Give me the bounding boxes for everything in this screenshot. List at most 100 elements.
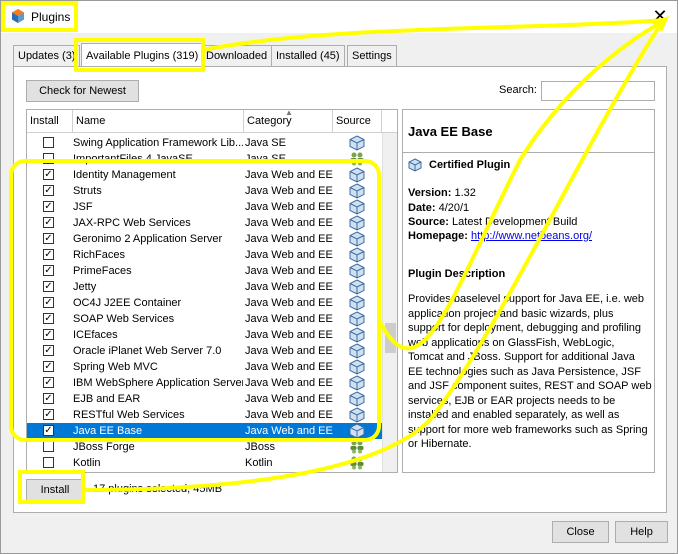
install-checkbox[interactable]: ✓ [43,345,54,356]
table-row[interactable]: ✓ ICEfaces Java Web and EE [27,327,382,343]
table-row[interactable]: ✓ OC4J J2EE Container Java Web and EE [27,295,382,311]
plugin-category: JBoss [245,441,275,453]
table-row[interactable]: ✓ JAX-RPC Web Services Java Web and EE [27,215,382,231]
install-checkbox[interactable]: ✓ [43,185,54,196]
plugin-category: Java Web and EE [245,265,333,277]
help-button[interactable]: Help [615,521,668,543]
install-checkbox[interactable]: ✓ [43,249,54,260]
version-line: Version: 1.32 [408,187,476,199]
community-icon [349,439,365,455]
plugins-window: Plugins ✕ Updates (3) Available Plugins … [0,0,678,554]
plugin-category: Java Web and EE [245,217,333,229]
homepage-line: Homepage: http://www.netbeans.org/ [408,230,592,242]
install-checkbox[interactable] [43,457,54,468]
install-button[interactable]: Install [26,479,84,501]
table-row[interactable]: ✓ RESTful Web Services Java Web and EE [27,407,382,423]
header-source[interactable]: Source [333,110,382,132]
table-row[interactable]: Swing Application Framework Lib... Java S… [27,135,382,151]
plugins-table: Install Name Category Source ▲ Swing App… [26,109,398,473]
tab-downloaded[interactable]: Downloaded [201,45,273,66]
cube-icon [349,215,365,231]
table-row[interactable]: ✓ JSF Java Web and EE [27,199,382,215]
plugin-name: Spring Web MVC [73,361,158,373]
certified-cube-icon [408,158,422,172]
plugin-name: JBoss Forge [73,441,135,453]
table-row[interactable]: ImportantFiles 4 JavaSE Java SE [27,151,382,167]
plugin-category: Java SE [245,153,286,165]
tab-installed[interactable]: Installed (45) [271,45,345,66]
close-icon[interactable]: ✕ [649,5,671,27]
install-checkbox[interactable]: ✓ [43,393,54,404]
tab-settings[interactable]: Settings [347,45,397,66]
install-checkbox[interactable]: ✓ [43,281,54,292]
source-line: Source: Latest Development Build [408,216,577,228]
table-row[interactable]: Kotlin Kotlin [27,455,382,471]
plugin-detail-panel: Java EE Base Certified Plugin Version: 1… [402,109,655,473]
install-checkbox[interactable] [43,137,54,148]
tab-available-plugins[interactable]: Available Plugins (319) [81,43,204,68]
table-row[interactable]: ✓ Identity Management Java Web and EE [27,167,382,183]
table-row[interactable]: ✓ Spring Web MVC Java Web and EE [27,359,382,375]
check-for-newest-button[interactable]: Check for Newest [26,80,139,102]
install-checkbox[interactable]: ✓ [43,329,54,340]
install-checkbox[interactable]: ✓ [43,409,54,420]
cube-icon [349,167,365,183]
install-checkbox[interactable]: ✓ [43,361,54,372]
plugin-name: JAX-RPC Web Services [73,217,191,229]
cube-icon [349,231,365,247]
header-name[interactable]: Name [73,110,244,132]
install-checkbox[interactable]: ✓ [43,233,54,244]
plugin-category: Java Web and EE [245,297,333,309]
detail-divider [403,152,654,153]
netbeans-logo-icon [12,9,24,23]
table-row[interactable]: ✓ EJB and EAR Java Web and EE [27,391,382,407]
homepage-link[interactable]: http://www.netbeans.org/ [471,230,592,242]
header-install[interactable]: Install [27,110,73,132]
cube-icon [349,375,365,391]
plugin-name: Kotlin [73,457,101,469]
install-checkbox[interactable]: ✓ [43,313,54,324]
plugin-name: OC4J J2EE Container [73,297,182,309]
install-checkbox[interactable]: ✓ [43,425,54,436]
cube-icon [349,343,365,359]
description-text: Provides baselevel support for Java EE, … [408,293,652,450]
table-row[interactable]: ✓ Oracle iPlanet Web Server 7.0 Java Web a… [27,343,382,359]
table-row[interactable]: ✓ IBM WebSphere Application Server Java We… [27,375,382,391]
cube-icon [349,295,365,311]
sort-ascending-icon: ▲ [285,109,293,117]
table-row[interactable]: ✓ Geronimo 2 Application Server Java Web a… [27,231,382,247]
table-row[interactable]: ✓ PrimeFaces Java Web and EE [27,263,382,279]
install-checkbox[interactable]: ✓ [43,297,54,308]
table-row[interactable]: ✓ Java EE Base Java Web and EE [27,423,382,439]
plugin-category: Java Web and EE [245,281,333,293]
title-bar: Plugins ✕ [1,1,677,33]
install-checkbox[interactable] [43,441,54,452]
install-checkbox[interactable]: ✓ [43,217,54,228]
install-checkbox[interactable]: ✓ [43,377,54,388]
plugin-name: RichFaces [73,249,125,261]
plugin-category: Java Web and EE [245,425,333,437]
plugin-name: ICEfaces [73,329,118,341]
install-checkbox[interactable]: ✓ [43,201,54,212]
plugin-category: Java Web and EE [245,233,333,245]
plugin-name: ImportantFiles 4 JavaSE [73,153,193,165]
scrollbar-thumb[interactable] [385,323,396,353]
plugin-name: Oracle iPlanet Web Server 7.0 [73,345,222,357]
plugin-name: Geronimo 2 Application Server [73,233,223,245]
install-checkbox[interactable] [43,153,54,164]
tab-updates[interactable]: Updates (3) [13,45,81,66]
close-button[interactable]: Close [552,521,609,543]
install-checkbox[interactable]: ✓ [43,265,54,276]
install-checkbox[interactable]: ✓ [43,169,54,180]
table-row[interactable]: ✓ RichFaces Java Web and EE [27,247,382,263]
table-row[interactable]: ✓ SOAP Web Services Java Web and EE [27,311,382,327]
plugin-category: Java SE [245,137,286,149]
table-row[interactable]: JBoss Forge JBoss [27,439,382,455]
table-row[interactable]: ✓ Struts Java Web and EE [27,183,382,199]
table-row[interactable]: ✓ Jetty Java Web and EE [27,279,382,295]
vertical-scrollbar[interactable] [382,133,397,472]
plugin-category: Java Web and EE [245,409,333,421]
cube-icon [349,423,365,439]
search-input[interactable] [541,81,655,101]
date-label: Date: [408,202,436,214]
